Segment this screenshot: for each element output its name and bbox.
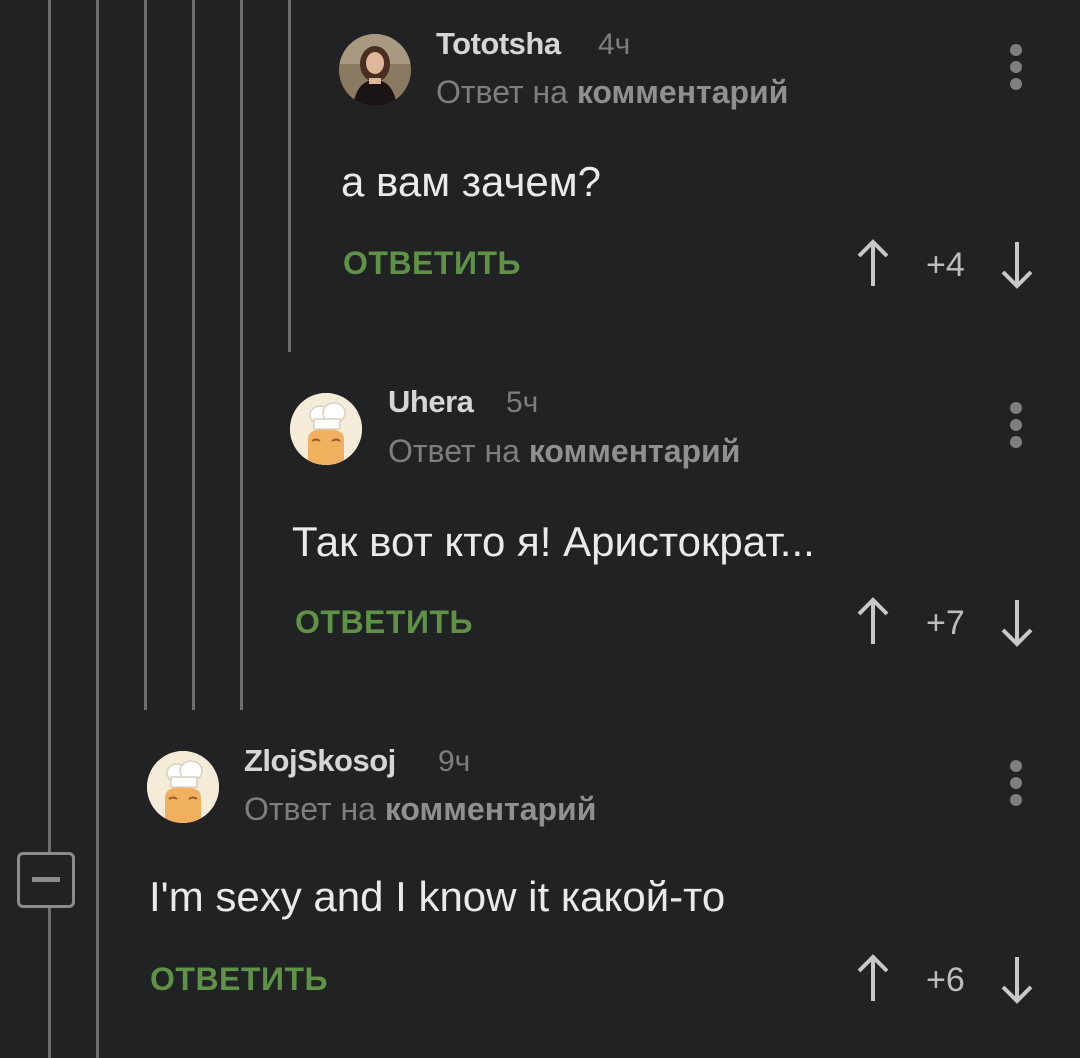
username[interactable]: Tototsha: [436, 26, 561, 62]
avatar[interactable]: [339, 34, 411, 106]
downvote-arrow-icon[interactable]: [997, 596, 1037, 648]
comment-time: 5ч: [506, 386, 539, 419]
reply-to-line: Ответ на комментарий: [244, 791, 596, 828]
downvote-arrow-icon[interactable]: [997, 953, 1037, 1005]
thread-line: [48, 0, 51, 852]
username[interactable]: Uhera: [388, 384, 474, 420]
upvote-arrow-icon[interactable]: [853, 953, 893, 1005]
vote-score: +6: [926, 961, 965, 999]
woman-photo-avatar-icon: [339, 34, 411, 106]
reply-to-link[interactable]: комментарий: [577, 74, 789, 110]
reply-to-link[interactable]: комментарий: [529, 433, 741, 469]
vote-score: +7: [926, 604, 965, 642]
username[interactable]: ZlojSkosoj: [244, 743, 396, 779]
thread-line: [240, 0, 243, 710]
downvote-arrow-icon[interactable]: [997, 238, 1037, 290]
upvote-arrow-icon[interactable]: [853, 238, 893, 290]
avatar[interactable]: [147, 751, 219, 823]
collapse-thread-button[interactable]: [17, 852, 75, 908]
more-options-button[interactable]: [1006, 760, 1026, 806]
avatar[interactable]: [290, 393, 362, 465]
comment-body: Так вот кто я! Аристократ...: [292, 518, 815, 565]
upvote-arrow-icon[interactable]: [853, 596, 893, 648]
comment-body: а вам зачем?: [341, 158, 601, 205]
comment-time: 9ч: [438, 745, 471, 778]
thread-line: [288, 0, 291, 352]
reply-to-line: Ответ на комментарий: [388, 433, 740, 470]
thread-line: [48, 908, 51, 1058]
vote-score: +4: [926, 246, 965, 284]
more-options-button[interactable]: [1006, 402, 1026, 448]
reply-button[interactable]: ОТВЕТИТЬ: [343, 245, 521, 282]
comment-time: 4ч: [598, 28, 631, 61]
reply-to-prefix: Ответ на: [388, 433, 520, 469]
reply-button[interactable]: ОТВЕТИТЬ: [150, 961, 328, 998]
thread-line: [192, 0, 195, 710]
comment-body: I'm sexy and I know it какой-то: [149, 873, 726, 920]
thread-line: [96, 0, 99, 1058]
reply-button[interactable]: ОТВЕТИТЬ: [295, 604, 473, 641]
reply-to-prefix: Ответ на: [244, 791, 376, 827]
reply-to-line: Ответ на комментарий: [436, 74, 788, 111]
reply-to-link[interactable]: комментарий: [385, 791, 597, 827]
chef-hat-avatar-icon: [147, 751, 219, 823]
reply-to-prefix: Ответ на: [436, 74, 568, 110]
more-options-button[interactable]: [1006, 44, 1026, 90]
chef-hat-avatar-icon: [290, 393, 362, 465]
thread-line: [144, 0, 147, 710]
